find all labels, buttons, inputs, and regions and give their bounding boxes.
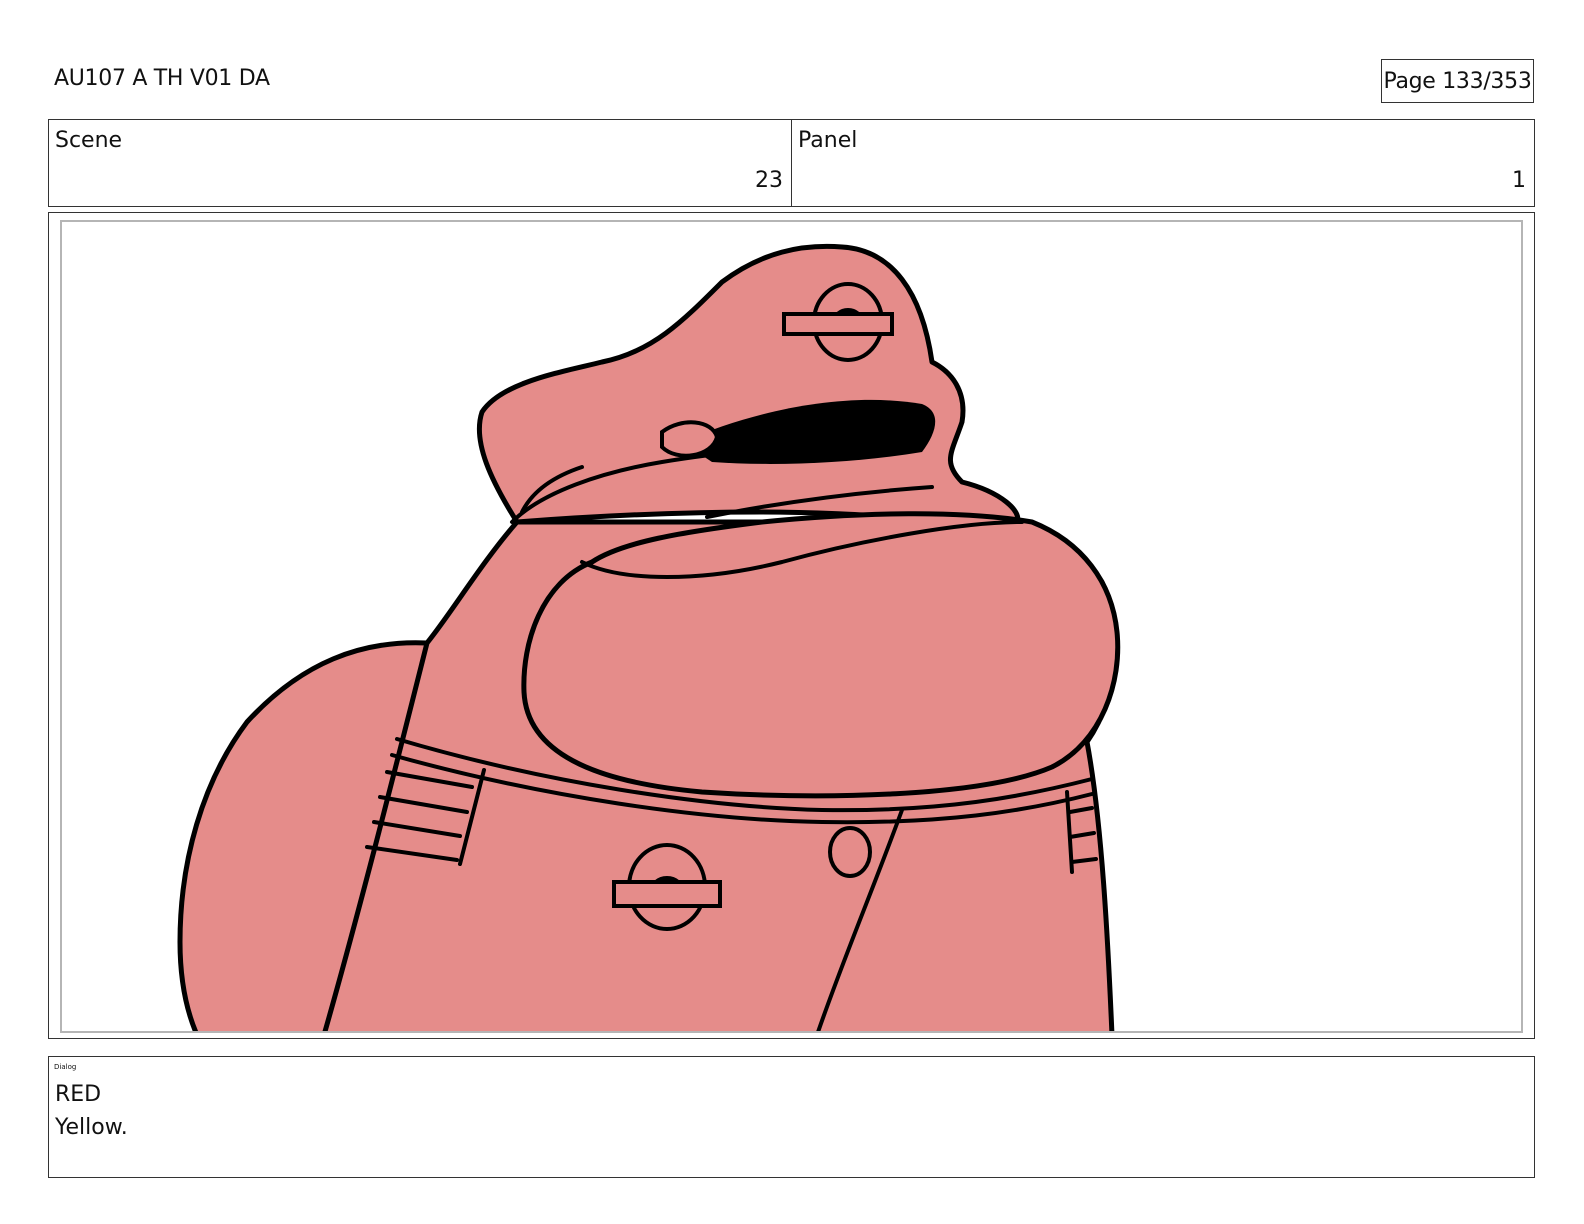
panel-cell: Panel 1 — [791, 120, 1534, 206]
storyboard-panel-frame — [48, 212, 1535, 1039]
panel-number: 1 — [1512, 168, 1526, 193]
document-title: AU107 A TH V01 DA — [54, 66, 270, 91]
dialog-box: Dialog RED Yellow. — [48, 1056, 1535, 1178]
panel-label: Panel — [798, 128, 858, 153]
scene-cell: Scene 23 — [49, 120, 791, 206]
dialog-speaker: RED — [55, 1082, 102, 1107]
dialog-label: Dialog — [54, 1063, 77, 1071]
storyboard-panel-image — [60, 220, 1523, 1033]
pink-character-illustration-icon — [177, 243, 1121, 1031]
page-indicator: Page 133/353 — [1381, 59, 1534, 103]
scene-number: 23 — [755, 168, 783, 193]
scene-label: Scene — [55, 128, 123, 153]
scene-panel-info-row: Scene 23 Panel 1 — [48, 119, 1535, 207]
dialog-line: Yellow. — [55, 1115, 128, 1140]
